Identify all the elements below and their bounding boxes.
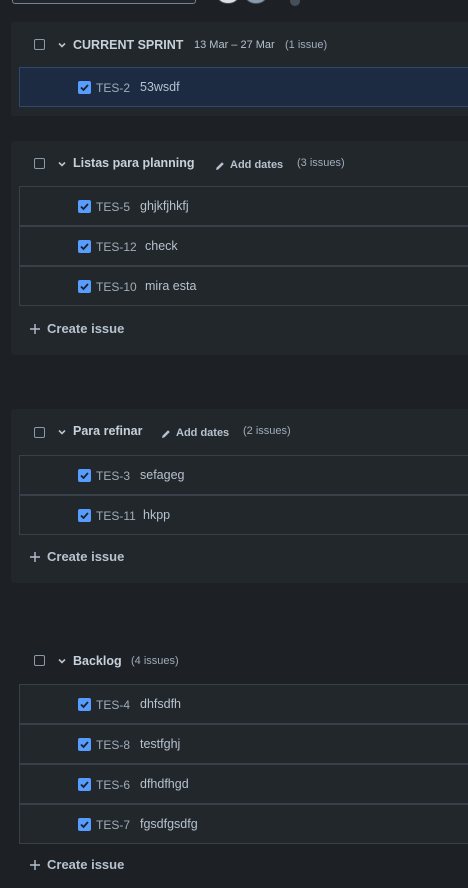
issue-row[interactable]: TES-11 hkpp — [19, 495, 468, 535]
sprint-name[interactable]: Listas para planning — [73, 156, 195, 170]
issue-count: (1 issue) — [285, 39, 328, 51]
avatar[interactable] — [217, 0, 239, 4]
sprint-name[interactable]: CURRENT SPRINT — [73, 38, 183, 52]
issue-row[interactable]: TES-5 ghjkfjhkfj — [19, 186, 468, 226]
plus-icon — [30, 324, 40, 334]
checkmark-icon[interactable] — [78, 738, 91, 751]
sprint-header: Listas para planning Add dates (3 issues… — [11, 141, 468, 187]
plus-icon — [30, 552, 40, 562]
issue-summary[interactable]: check — [145, 239, 178, 253]
issue-key[interactable]: TES-2 — [96, 81, 130, 95]
checkmark-icon[interactable] — [78, 240, 91, 253]
create-issue-label: Create issue — [47, 857, 125, 872]
sprint-header: CURRENT SPRINT 13 Mar – 27 Mar (1 issue) — [11, 22, 468, 68]
top-toolbar — [0, 0, 468, 6]
issue-summary[interactable]: dhfsdfh — [140, 697, 181, 711]
issue-count: (2 issues) — [243, 425, 291, 437]
issue-summary[interactable]: ghjkfjhkfj — [140, 199, 189, 213]
issue-row[interactable]: TES-6 dfhdfhgd — [19, 764, 468, 804]
issue-row[interactable]: TES-3 sefageg — [19, 455, 468, 495]
issue-summary[interactable]: 53wsdf — [140, 80, 180, 94]
chevron-down-icon[interactable] — [57, 40, 67, 50]
backlog-name[interactable]: Backlog — [73, 654, 122, 668]
issue-key[interactable]: TES-10 — [96, 280, 137, 294]
issue-key[interactable]: TES-4 — [96, 698, 130, 712]
avatar[interactable] — [245, 0, 267, 4]
add-dates-label: Add dates — [230, 159, 284, 171]
issue-key[interactable]: TES-12 — [96, 240, 137, 254]
issue-row[interactable]: TES-10 mira esta — [19, 266, 468, 306]
sprint-para-refinar: Para refinar Add dates (2 issues) TES-3 … — [11, 409, 468, 583]
create-issue-label: Create issue — [47, 321, 125, 336]
checkmark-icon[interactable] — [78, 509, 91, 522]
pencil-icon — [162, 430, 170, 438]
issue-summary[interactable]: testfghj — [140, 737, 180, 751]
add-dates-label: Add dates — [176, 427, 230, 439]
issue-count: (3 issues) — [297, 157, 345, 169]
sprint-name[interactable]: Para refinar — [73, 424, 142, 438]
issue-summary[interactable]: fgsdfgsdfg — [140, 817, 198, 831]
checkmark-icon[interactable] — [78, 81, 91, 94]
issue-row[interactable]: TES-2 53wsdf — [19, 67, 468, 107]
sprint-current: CURRENT SPRINT 13 Mar – 27 Mar (1 issue)… — [11, 22, 468, 116]
issue-key[interactable]: TES-5 — [96, 200, 130, 214]
issue-count: (4 issues) — [131, 655, 179, 667]
issue-row[interactable]: TES-7 fgsdfgsdfg — [19, 804, 468, 844]
issue-key[interactable]: TES-7 — [96, 818, 130, 832]
sprint-dates: 13 Mar – 27 Mar — [194, 39, 275, 51]
issue-key[interactable]: TES-6 — [96, 778, 130, 792]
avatar[interactable] — [290, 0, 300, 6]
search-input[interactable] — [12, 0, 196, 4]
sprint-select-checkbox[interactable] — [34, 158, 45, 169]
chevron-down-icon[interactable] — [57, 159, 67, 169]
issue-key[interactable]: TES-11 — [96, 509, 136, 523]
chevron-down-icon[interactable] — [57, 656, 67, 666]
issue-row[interactable]: TES-4 dhfsdfh — [19, 684, 468, 724]
plus-icon — [30, 860, 40, 870]
checkmark-icon[interactable] — [78, 200, 91, 213]
checkmark-icon[interactable] — [78, 469, 91, 482]
checkmark-icon[interactable] — [78, 698, 91, 711]
issue-row[interactable]: TES-8 testfghj — [19, 724, 468, 764]
create-issue-label: Create issue — [47, 549, 125, 564]
sprint-header: Para refinar Add dates (2 issues) — [11, 409, 468, 455]
checkmark-icon[interactable] — [78, 280, 91, 293]
sprint-listas-para-planning: Listas para planning Add dates (3 issues… — [11, 141, 468, 355]
checkmark-icon[interactable] — [78, 778, 91, 791]
issue-key[interactable]: TES-3 — [96, 469, 130, 483]
issue-summary[interactable]: mira esta — [145, 279, 196, 293]
issue-summary[interactable]: dfhdfhgd — [140, 777, 189, 791]
backlog-select-checkbox[interactable] — [34, 655, 45, 666]
pencil-icon — [216, 162, 224, 170]
issue-summary[interactable]: sefageg — [140, 468, 184, 482]
chevron-down-icon[interactable] — [57, 427, 67, 437]
issue-row[interactable]: TES-12 check — [19, 226, 468, 266]
sprint-select-checkbox[interactable] — [34, 427, 45, 438]
issue-key[interactable]: TES-8 — [96, 738, 130, 752]
issue-summary[interactable]: hkpp — [143, 508, 170, 522]
sprint-select-checkbox[interactable] — [34, 39, 45, 50]
checkmark-icon[interactable] — [78, 818, 91, 831]
